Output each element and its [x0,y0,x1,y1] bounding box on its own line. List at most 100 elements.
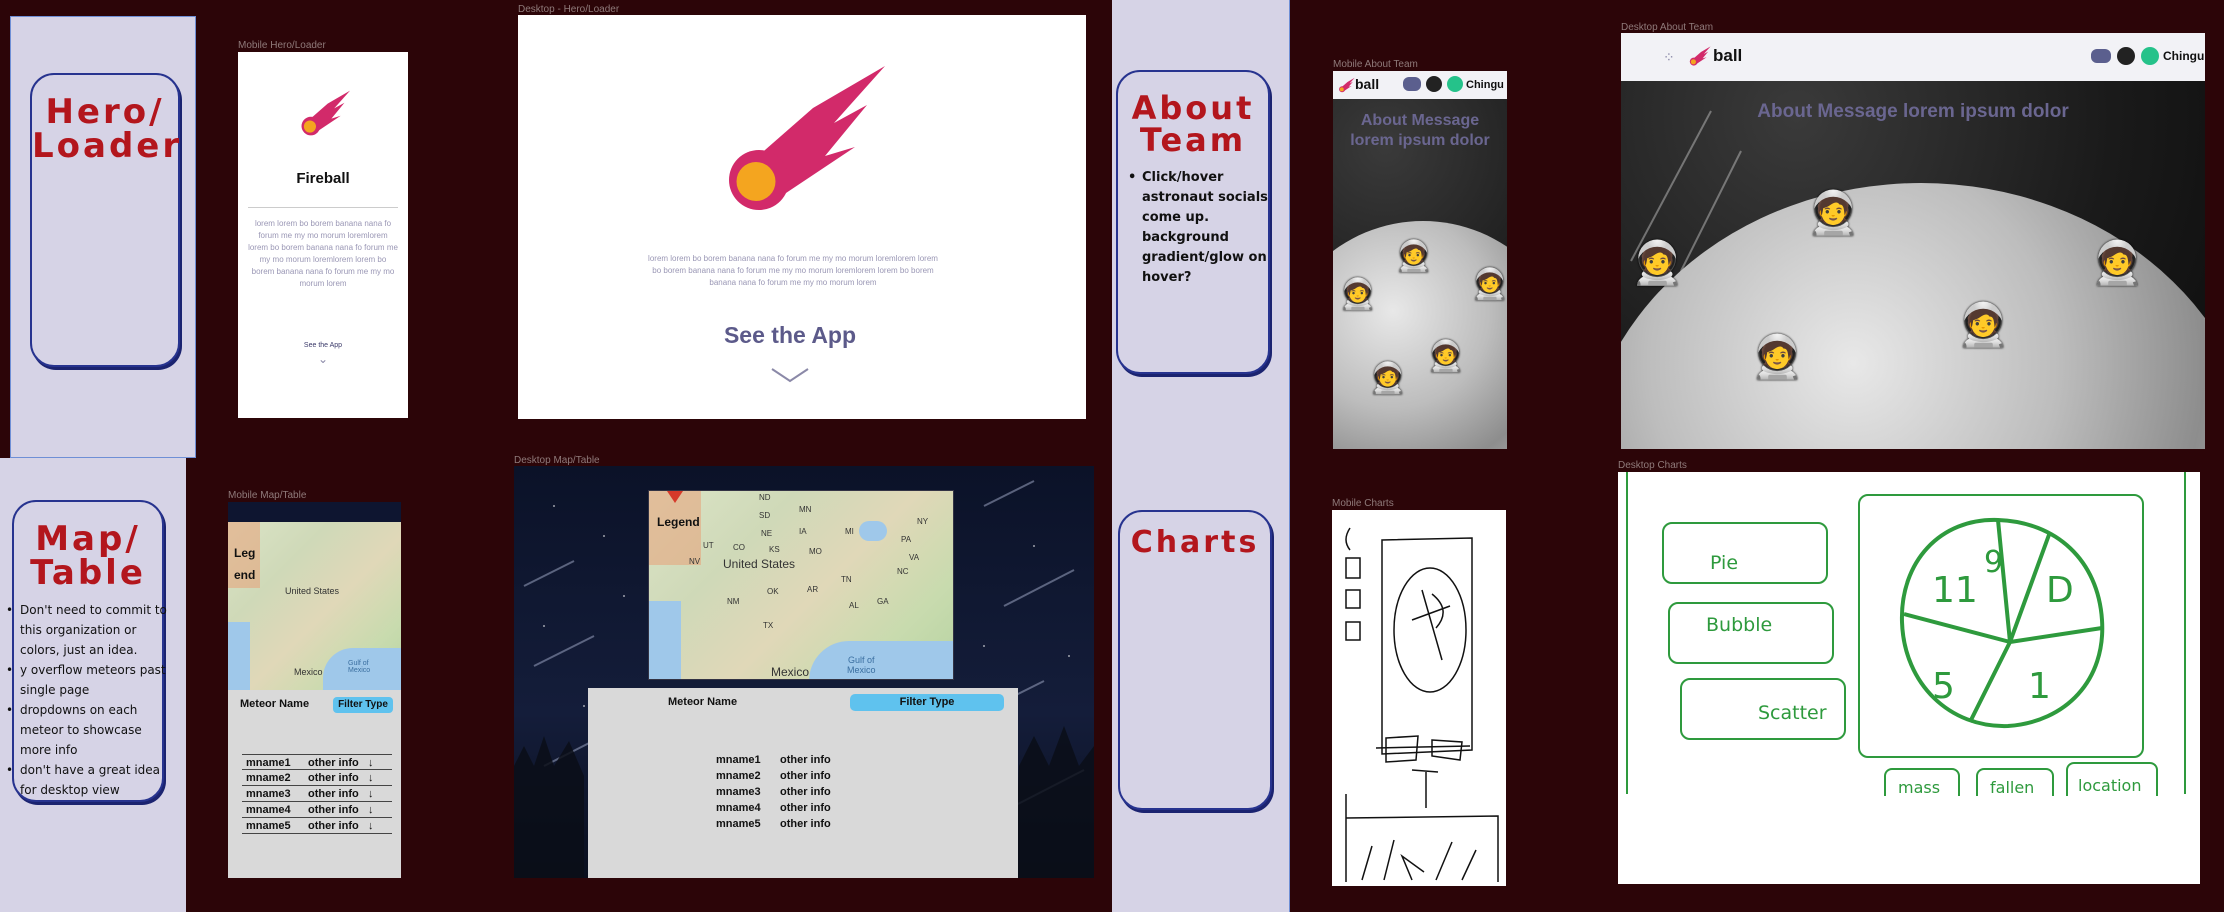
state: KS [769,545,780,554]
country-mexico: Mexico [294,667,323,677]
pie-button[interactable]: Pie [1662,522,1828,584]
mobile-filter-button[interactable]: Filter Type [333,697,393,713]
desktop-charts-frame: Pie Bubble Scatter 11 9 D 5 1 mass falle… [1618,472,2200,884]
fireball-icon [1339,77,1355,93]
state: ND [759,493,771,502]
table-row[interactable]: mname4 other info [716,800,831,816]
astronaut[interactable]: 🧑‍🚀 [1957,301,2009,350]
fireball-icon [1689,46,1711,66]
table-row[interactable]: mname5 other info ↓ [242,818,392,834]
desktop-legend-label: Legend [657,515,700,529]
scatter-button[interactable]: Scatter [1680,678,1846,740]
gulf [809,641,953,679]
table-row[interactable]: mname5 other info [716,816,831,832]
state: MI [845,527,854,536]
pie-digit: 11 [1932,570,1978,611]
desktop-col-header: Meteor Name [668,696,738,708]
astronaut[interactable]: 🧑‍🚀 [1807,189,1859,238]
astronaut[interactable]: 🧑‍🚀 [1369,361,1406,396]
desktop-chingu-label[interactable]: Chingu [2163,49,2204,63]
fallen-tab[interactable]: fallen [1976,768,2054,798]
desktop-map-frame: Legend United States Mexico Gulf of Mexi… [514,466,1094,878]
mobile-charts-label: Mobile Charts [1332,498,1394,509]
mobile-brand[interactable]: ball [1355,76,1379,92]
desktop-about-frame: ⁘ ball Chingu About Message lorem ipsum … [1621,33,2205,449]
table-row[interactable]: mname2 other info ↓ [242,770,392,786]
hero-section-card: Hero/ Loader [30,73,180,367]
mobile-hero-lorem: lorem lorem bo borem banana nana fo foru… [248,219,398,288]
dots-icon[interactable]: ⁘ [1663,49,1675,66]
arrow-down-icon[interactable]: ↓ [368,770,374,785]
divider [248,207,398,208]
desktop-hero-frame: lorem lorem bo borem banana nana fo foru… [518,15,1086,419]
pie-chart-sketch: 11 9 D 5 1 [1899,517,2105,729]
state: MN [799,505,812,514]
arrow-down-icon[interactable]: ↓ [368,802,374,817]
pie-label: Pie [1710,552,1739,574]
astronaut[interactable]: 🧑‍🚀 [1395,239,1432,274]
desktop-hero-lorem: lorem lorem bo borem banana nana fo foru… [648,254,938,287]
arrow-down-icon[interactable]: ↓ [368,786,374,801]
table-row[interactable]: mname1 other info ↓ [242,754,392,770]
pie-digit: 1 [2028,666,2051,707]
desktop-see-app-button[interactable]: See the App [518,322,1062,349]
desktop-about-navbar: ⁘ ball Chingu [1621,33,2205,81]
state: VA [909,553,920,562]
chingu-icon[interactable] [2141,47,2159,65]
fireball-icon [301,90,351,136]
table-row[interactable]: mname2 other info [716,768,831,784]
astronaut[interactable]: 🧑‍🚀 [1427,339,1464,374]
desktop-charts-label: Desktop Charts [1618,460,1687,471]
astronaut[interactable]: 🧑‍🚀 [1751,333,1803,382]
scatter-label: Scatter [1758,702,1827,724]
desktop-map-label: Desktop Map/Table [514,455,600,466]
mobile-about-label: Mobile About Team [1333,59,1418,70]
mobile-map[interactable]: Leg end United States Mexico Gulf of Mex… [228,522,401,690]
mobile-about-frame: ball Chingu About Message lorem ipsum do… [1333,71,1507,449]
map-note: • Don't need to commit to this organizati… [6,603,167,657]
bubble-button[interactable]: Bubble [1668,602,1834,664]
chevron-down-icon[interactable] [770,367,810,383]
hero-section-title: Hero/ Loader [32,92,183,166]
table-row[interactable]: mname3 other info ↓ [242,786,392,802]
state: NV [689,557,701,566]
state: AL [849,601,859,610]
about-notes: • Click/hover astronaut socials come up. … [1128,168,1268,288]
table-row[interactable]: mname3 other info [716,784,831,800]
discord-icon[interactable] [2091,49,2111,63]
astronaut[interactable]: 🧑‍🚀 [1631,239,1683,288]
astronaut[interactable]: 🧑‍🚀 [1339,277,1376,312]
mobile-map-frame: Leg end United States Mexico Gulf of Mex… [228,502,401,878]
astronaut[interactable]: 🧑‍🚀 [1471,267,1507,302]
country-us: United States [285,586,340,596]
github-icon[interactable] [1426,76,1442,92]
desktop-rows: mname1 other info mname2 other info mname3… [716,752,831,832]
mobile-hero-frame: Fireball lorem lorem bo borem banana nan… [238,52,408,418]
discord-icon[interactable] [1403,77,1421,91]
arrow-down-icon[interactable]: ↓ [368,755,374,769]
mobile-app-name: Fireball [296,170,350,187]
map-note: • dropdowns on each meteor to showcase mo… [6,703,142,757]
state: IA [799,527,807,536]
mass-label: mass [1898,778,1941,797]
state: SD [759,511,771,520]
table-row[interactable]: mname1 other info [716,752,831,768]
github-icon[interactable] [2117,47,2135,65]
mobile-see-app-button[interactable]: See the App [238,342,408,349]
mobile-chingu-label[interactable]: Chingu [1466,79,1504,91]
desktop-map[interactable]: Legend United States Mexico Gulf of Mexi… [648,490,954,680]
great-lakes [859,521,887,541]
arrow-down-icon[interactable]: ↓ [368,818,374,833]
desktop-brand[interactable]: ball [1713,46,1742,66]
location-tab[interactable]: location [2066,762,2158,798]
table-row[interactable]: mname4 other info ↓ [242,802,392,818]
charts-section-card: Charts [1118,510,1272,810]
chingu-icon[interactable] [1447,76,1463,92]
chevron-down-icon[interactable]: ⌄ [238,352,408,366]
mass-tab[interactable]: mass [1884,768,1960,798]
desktop-filter-button[interactable]: Filter Type [850,694,1004,711]
map-note: • don't have a great idea for desktop vie… [6,763,161,797]
astronaut[interactable]: 🧑‍🚀 [2091,239,2143,288]
tabs-clip [1618,796,2200,884]
pie-digit: 9 [1984,545,2003,580]
